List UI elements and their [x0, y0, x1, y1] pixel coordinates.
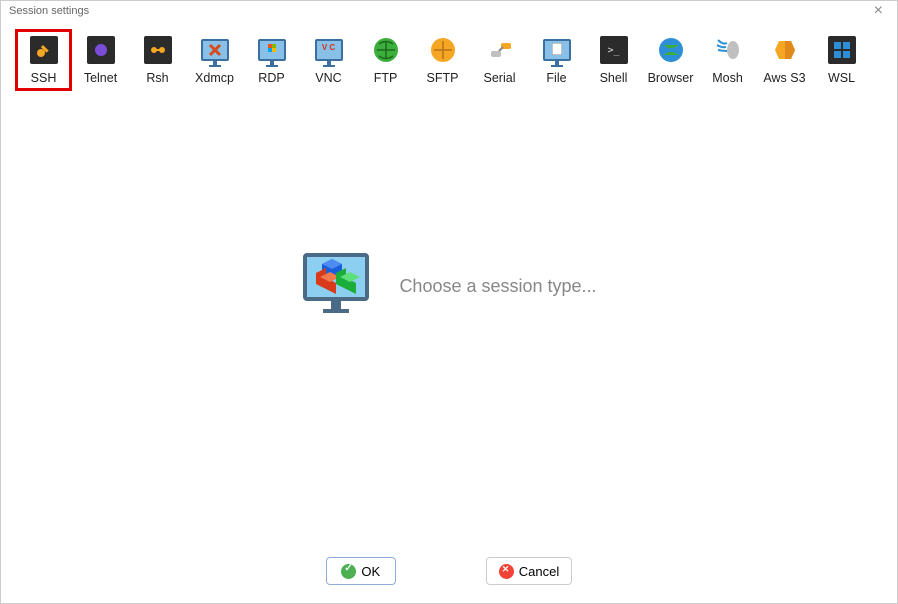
ok-button-label: OK: [361, 564, 380, 579]
session-type-rsh[interactable]: Rsh: [129, 29, 186, 91]
session-label: SSH: [31, 71, 57, 85]
sftp-icon: [428, 35, 458, 65]
session-label: FTP: [374, 71, 398, 85]
ok-button[interactable]: OK: [326, 557, 396, 585]
session-label: Serial: [484, 71, 516, 85]
session-type-wsl[interactable]: WSL: [813, 29, 870, 91]
session-label: File: [546, 71, 566, 85]
rdp-icon: [257, 35, 287, 65]
session-type-toolbar: SSH Telnet Rsh Xdmcp RDP V C VNC FTP SFTP Serial F…: [1, 21, 897, 95]
ftp-icon: [371, 35, 401, 65]
session-label: Rsh: [146, 71, 168, 85]
session-label: WSL: [828, 71, 855, 85]
session-label: SFTP: [427, 71, 459, 85]
session-label: Aws S3: [763, 71, 805, 85]
session-label: RDP: [258, 71, 284, 85]
session-type-browser[interactable]: Browser: [642, 29, 699, 91]
session-label: Shell: [600, 71, 628, 85]
browser-icon: [656, 35, 686, 65]
session-label: VNC: [315, 71, 341, 85]
cancel-button[interactable]: Cancel: [486, 557, 572, 585]
monitor-cubes-icon: [301, 251, 371, 322]
session-type-telnet[interactable]: Telnet: [72, 29, 129, 91]
ssh-icon: [29, 35, 59, 65]
session-type-awss3[interactable]: Aws S3: [756, 29, 813, 91]
session-type-ftp[interactable]: FTP: [357, 29, 414, 91]
session-type-ssh[interactable]: SSH: [15, 29, 72, 91]
session-type-rdp[interactable]: RDP: [243, 29, 300, 91]
session-type-xdmcp[interactable]: Xdmcp: [186, 29, 243, 91]
prompt-text: Choose a session type...: [399, 276, 596, 297]
xdmcp-icon: [200, 35, 230, 65]
session-label: Telnet: [84, 71, 117, 85]
session-label: Browser: [648, 71, 694, 85]
telnet-icon: [86, 35, 116, 65]
wsl-icon: [827, 35, 857, 65]
session-type-vnc[interactable]: V C VNC: [300, 29, 357, 91]
mosh-icon: [713, 35, 743, 65]
shell-icon: >_: [599, 35, 629, 65]
window-title: Session settings: [9, 5, 89, 17]
check-circle-icon: [341, 564, 356, 579]
dialog-footer: OK Cancel: [1, 557, 897, 585]
session-label: Mosh: [712, 71, 743, 85]
vnc-icon: V C: [314, 35, 344, 65]
awss3-icon: [770, 35, 800, 65]
session-type-mosh[interactable]: Mosh: [699, 29, 756, 91]
session-type-serial[interactable]: Serial: [471, 29, 528, 91]
file-icon: [542, 35, 572, 65]
cross-circle-icon: [499, 564, 514, 579]
center-prompt-area: Choose a session type...: [1, 251, 897, 322]
close-icon[interactable]: ×: [868, 2, 889, 20]
cancel-button-label: Cancel: [519, 564, 559, 579]
serial-icon: [485, 35, 515, 65]
rsh-icon: [143, 35, 173, 65]
session-label: Xdmcp: [195, 71, 234, 85]
session-type-sftp[interactable]: SFTP: [414, 29, 471, 91]
session-type-file[interactable]: File: [528, 29, 585, 91]
title-bar: Session settings ×: [1, 1, 897, 21]
session-type-shell[interactable]: >_ Shell: [585, 29, 642, 91]
